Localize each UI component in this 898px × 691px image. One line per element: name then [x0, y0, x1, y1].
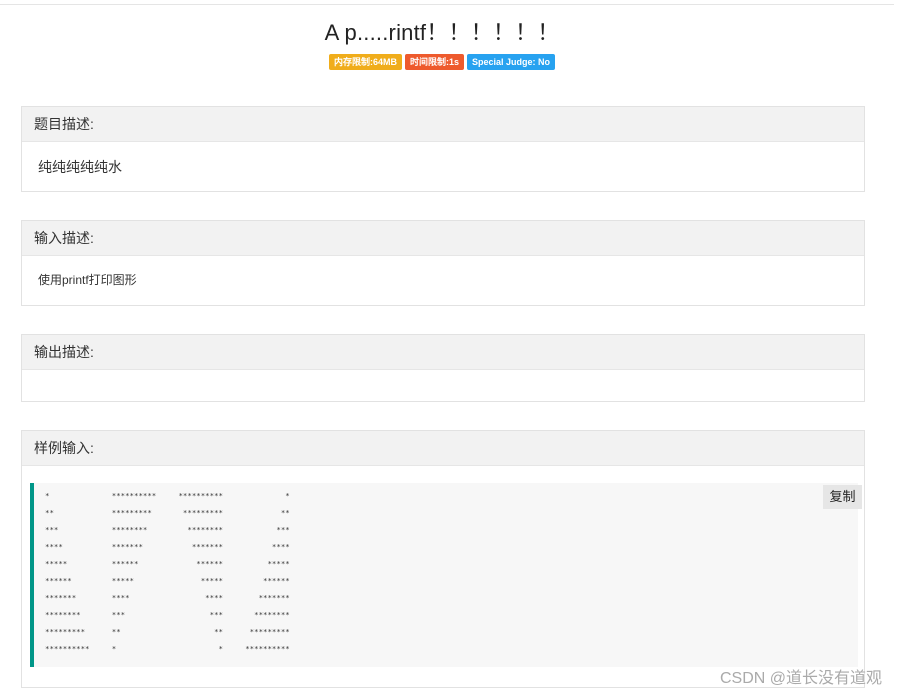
output-heading: 输出描述: — [22, 335, 864, 370]
top-divider — [0, 4, 894, 5]
input-heading: 输入描述: — [22, 221, 864, 256]
problem-badges: 内存限制:64MB 时间限制:1s Special Judge: No — [0, 54, 884, 70]
description-body: 纯纯纯纯纯水 — [38, 159, 122, 175]
sample-input-code[interactable]: * ********** ********** * ** ********* *… — [45, 487, 290, 657]
description-panel: 题目描述: 纯纯纯纯纯水 — [21, 106, 865, 192]
special-judge-badge: Special Judge: No — [467, 54, 556, 70]
problem-title: A p.....rintf！！！！！！ — [324, 20, 560, 45]
time-limit-badge: 时间限制:1s — [404, 54, 464, 70]
input-panel: 输入描述: 使用printf打印图形 — [21, 220, 865, 306]
memory-limit-badge: 内存限制:64MB — [328, 54, 402, 70]
sample-input-heading: 样例输入: — [22, 431, 864, 466]
copy-button[interactable]: 复制 — [823, 485, 862, 509]
sample-input-panel: 样例输入: * ********** ********** * ** *****… — [21, 430, 865, 688]
csdn-watermark: CSDN @道长没有道观 — [719, 670, 882, 687]
input-body: 使用printf打印图形 — [38, 273, 137, 287]
sample-input-code-block[interactable]: * ********** ********** * ** ********* *… — [30, 483, 862, 667]
description-heading: 题目描述: — [22, 107, 864, 142]
output-panel: 输出描述: — [21, 334, 865, 402]
